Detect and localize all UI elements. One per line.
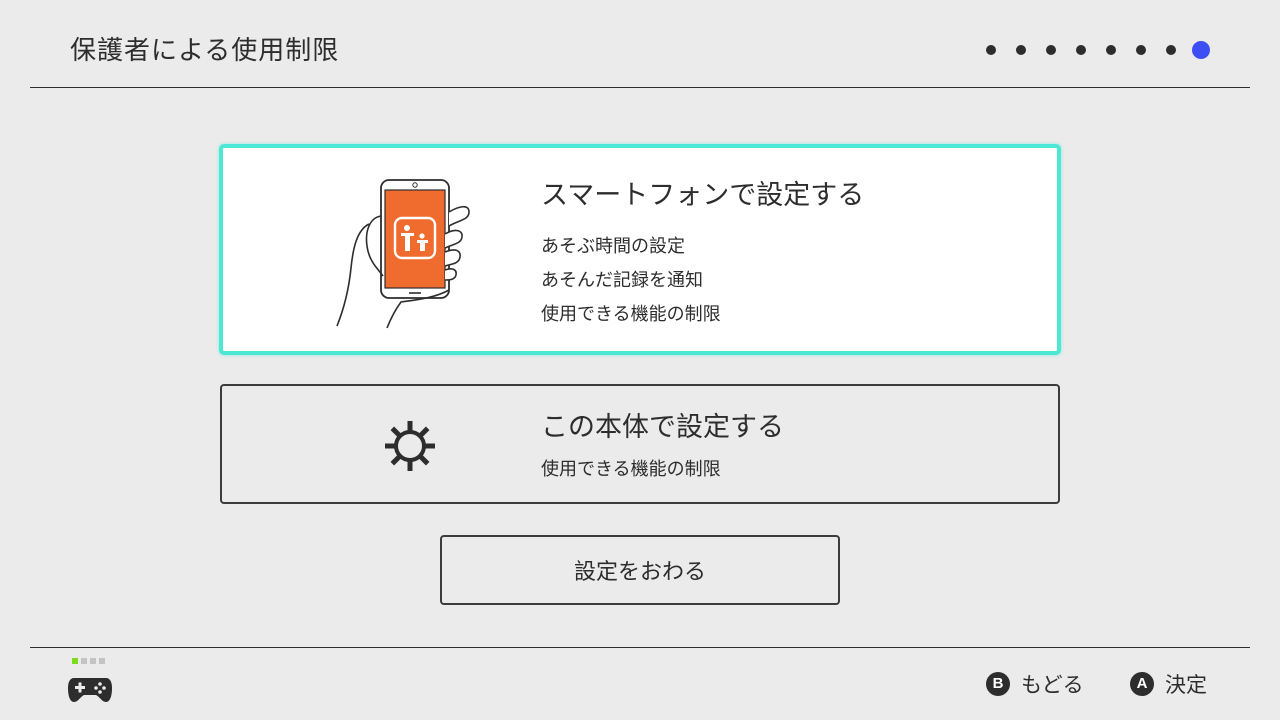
option-feature-play-report: あそんだ記録を通知 xyxy=(541,270,703,291)
progress-dot xyxy=(1016,45,1026,55)
player-indicator-led xyxy=(99,658,105,664)
option-smartphone-setup[interactable]: スマートフォンで設定する あそぶ時間の設定 あそんだ記録を通知 使用できる機能の… xyxy=(219,144,1061,355)
option-feature-restrictions: 使用できる機能の制限 xyxy=(541,459,721,480)
option-title: この本体で設定する xyxy=(541,412,784,443)
controller-icon xyxy=(68,678,112,702)
progress-dot xyxy=(986,45,996,55)
smartphone-parental-controls-icon xyxy=(336,179,470,329)
progress-dot xyxy=(1166,45,1176,55)
confirm-label: 決定 xyxy=(1165,673,1207,697)
option-feature-restrictions: 使用できる機能の制限 xyxy=(541,304,721,325)
progress-indicator xyxy=(986,40,1210,60)
confirm-action[interactable]: A 決定 xyxy=(1130,668,1207,700)
progress-dot xyxy=(1076,45,1086,55)
a-button-icon: A xyxy=(1130,672,1154,696)
b-button-icon: B xyxy=(986,672,1010,696)
player-indicator-led-on xyxy=(72,658,78,664)
option-console-setup[interactable]: この本体で設定する 使用できる機能の制限 xyxy=(220,384,1060,504)
progress-dot-current xyxy=(1192,41,1210,59)
gear-icon xyxy=(385,421,435,471)
header-divider xyxy=(30,87,1250,88)
back-label: もどる xyxy=(1021,673,1084,697)
progress-dot xyxy=(1136,45,1146,55)
footer-divider xyxy=(30,647,1250,648)
header-title: 保護者による使用制限 xyxy=(70,36,340,66)
finish-setup-button[interactable]: 設定をおわる xyxy=(440,535,840,605)
player-indicator xyxy=(72,658,108,664)
option-title: スマートフォンで設定する xyxy=(541,180,865,211)
player-indicator-led xyxy=(81,658,87,664)
player-indicator-led xyxy=(90,658,96,664)
controller-status xyxy=(66,658,114,708)
progress-dot xyxy=(1046,45,1056,55)
progress-dot xyxy=(1106,45,1116,55)
back-action[interactable]: B もどる xyxy=(986,668,1084,700)
option-feature-play-time: あそぶ時間の設定 xyxy=(541,236,685,257)
